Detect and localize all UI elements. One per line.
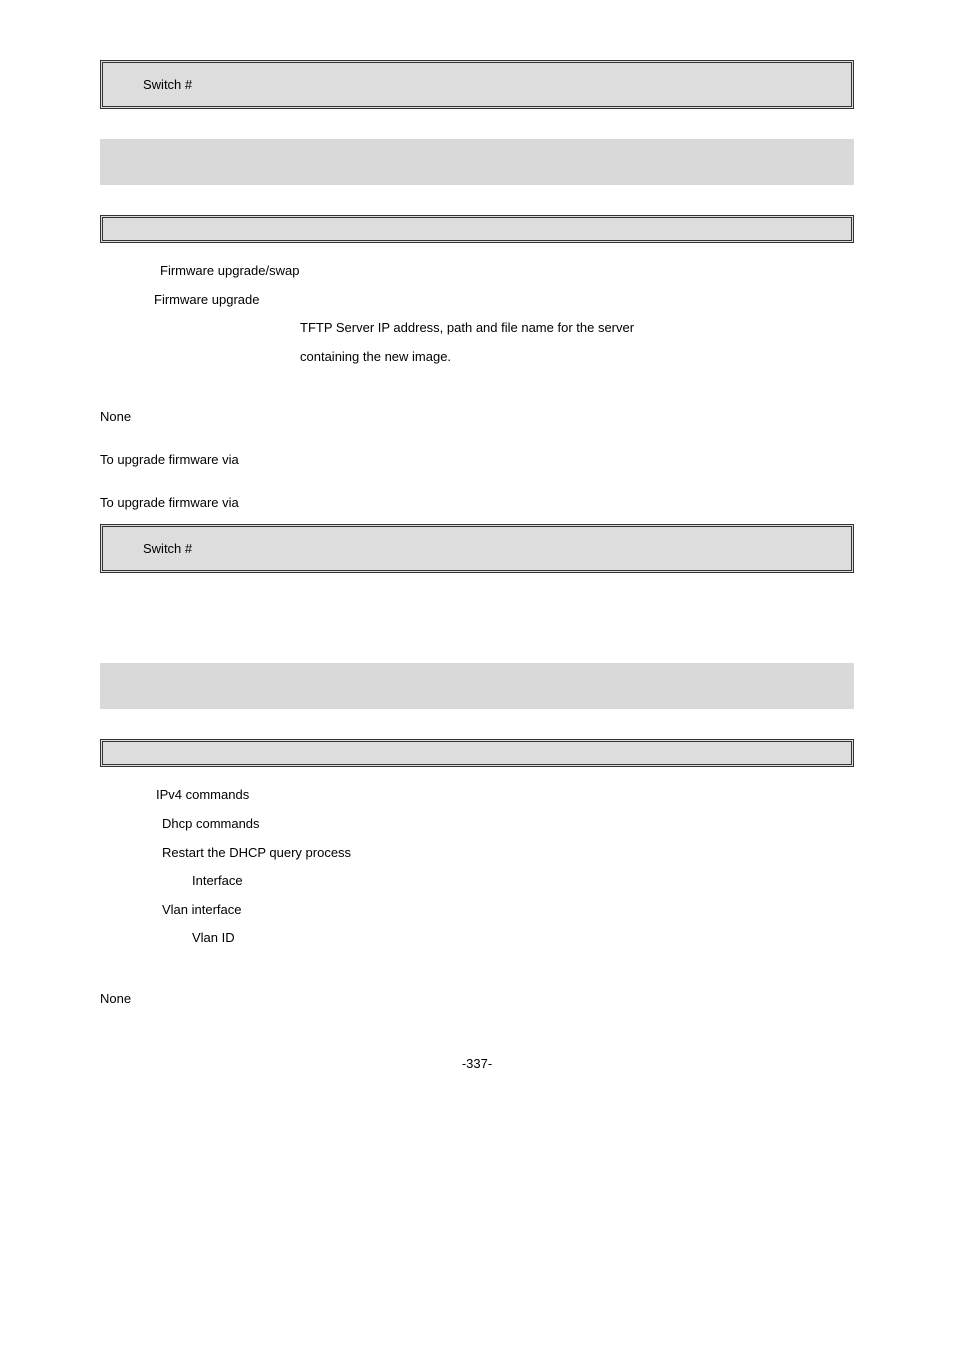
param-text: Firmware upgrade/swap (160, 263, 299, 278)
param-desc: TFTP Server IP address, path and file na… (300, 314, 740, 371)
syntax-box-1 (100, 215, 854, 243)
default-none: None (100, 409, 854, 424)
param-text: Vlan interface (162, 902, 242, 917)
param-list-1: Firmware upgrade/swap Firmware upgrade (160, 257, 854, 314)
code-text: Switch # (143, 541, 192, 556)
param-text: Interface (192, 873, 243, 888)
syntax-box-2 (100, 739, 854, 767)
code-block-mid: Switch # (100, 524, 854, 573)
param-text: IPv4 commands (156, 787, 249, 802)
default-none-2: None (100, 991, 854, 1006)
code-block-top: Switch # (100, 60, 854, 109)
param-text: Dhcp commands (162, 816, 260, 831)
param-text: Restart the DHCP query process (162, 845, 351, 860)
page-number: -337- (100, 1056, 854, 1071)
usage-line-1: To upgrade firmware via (100, 452, 854, 467)
usage-line-2: To upgrade firmware via (100, 495, 854, 510)
param-list-2: IPv4 commands Dhcp commands Restart the … (156, 781, 854, 953)
desc-line: containing the new image. (300, 349, 451, 364)
param-text: Vlan ID (192, 930, 235, 945)
section-header-1 (100, 139, 854, 185)
code-text: Switch # (143, 77, 192, 92)
param-text: Firmware upgrade (154, 292, 260, 307)
desc-line: TFTP Server IP address, path and file na… (300, 320, 634, 335)
section-header-2 (100, 663, 854, 709)
